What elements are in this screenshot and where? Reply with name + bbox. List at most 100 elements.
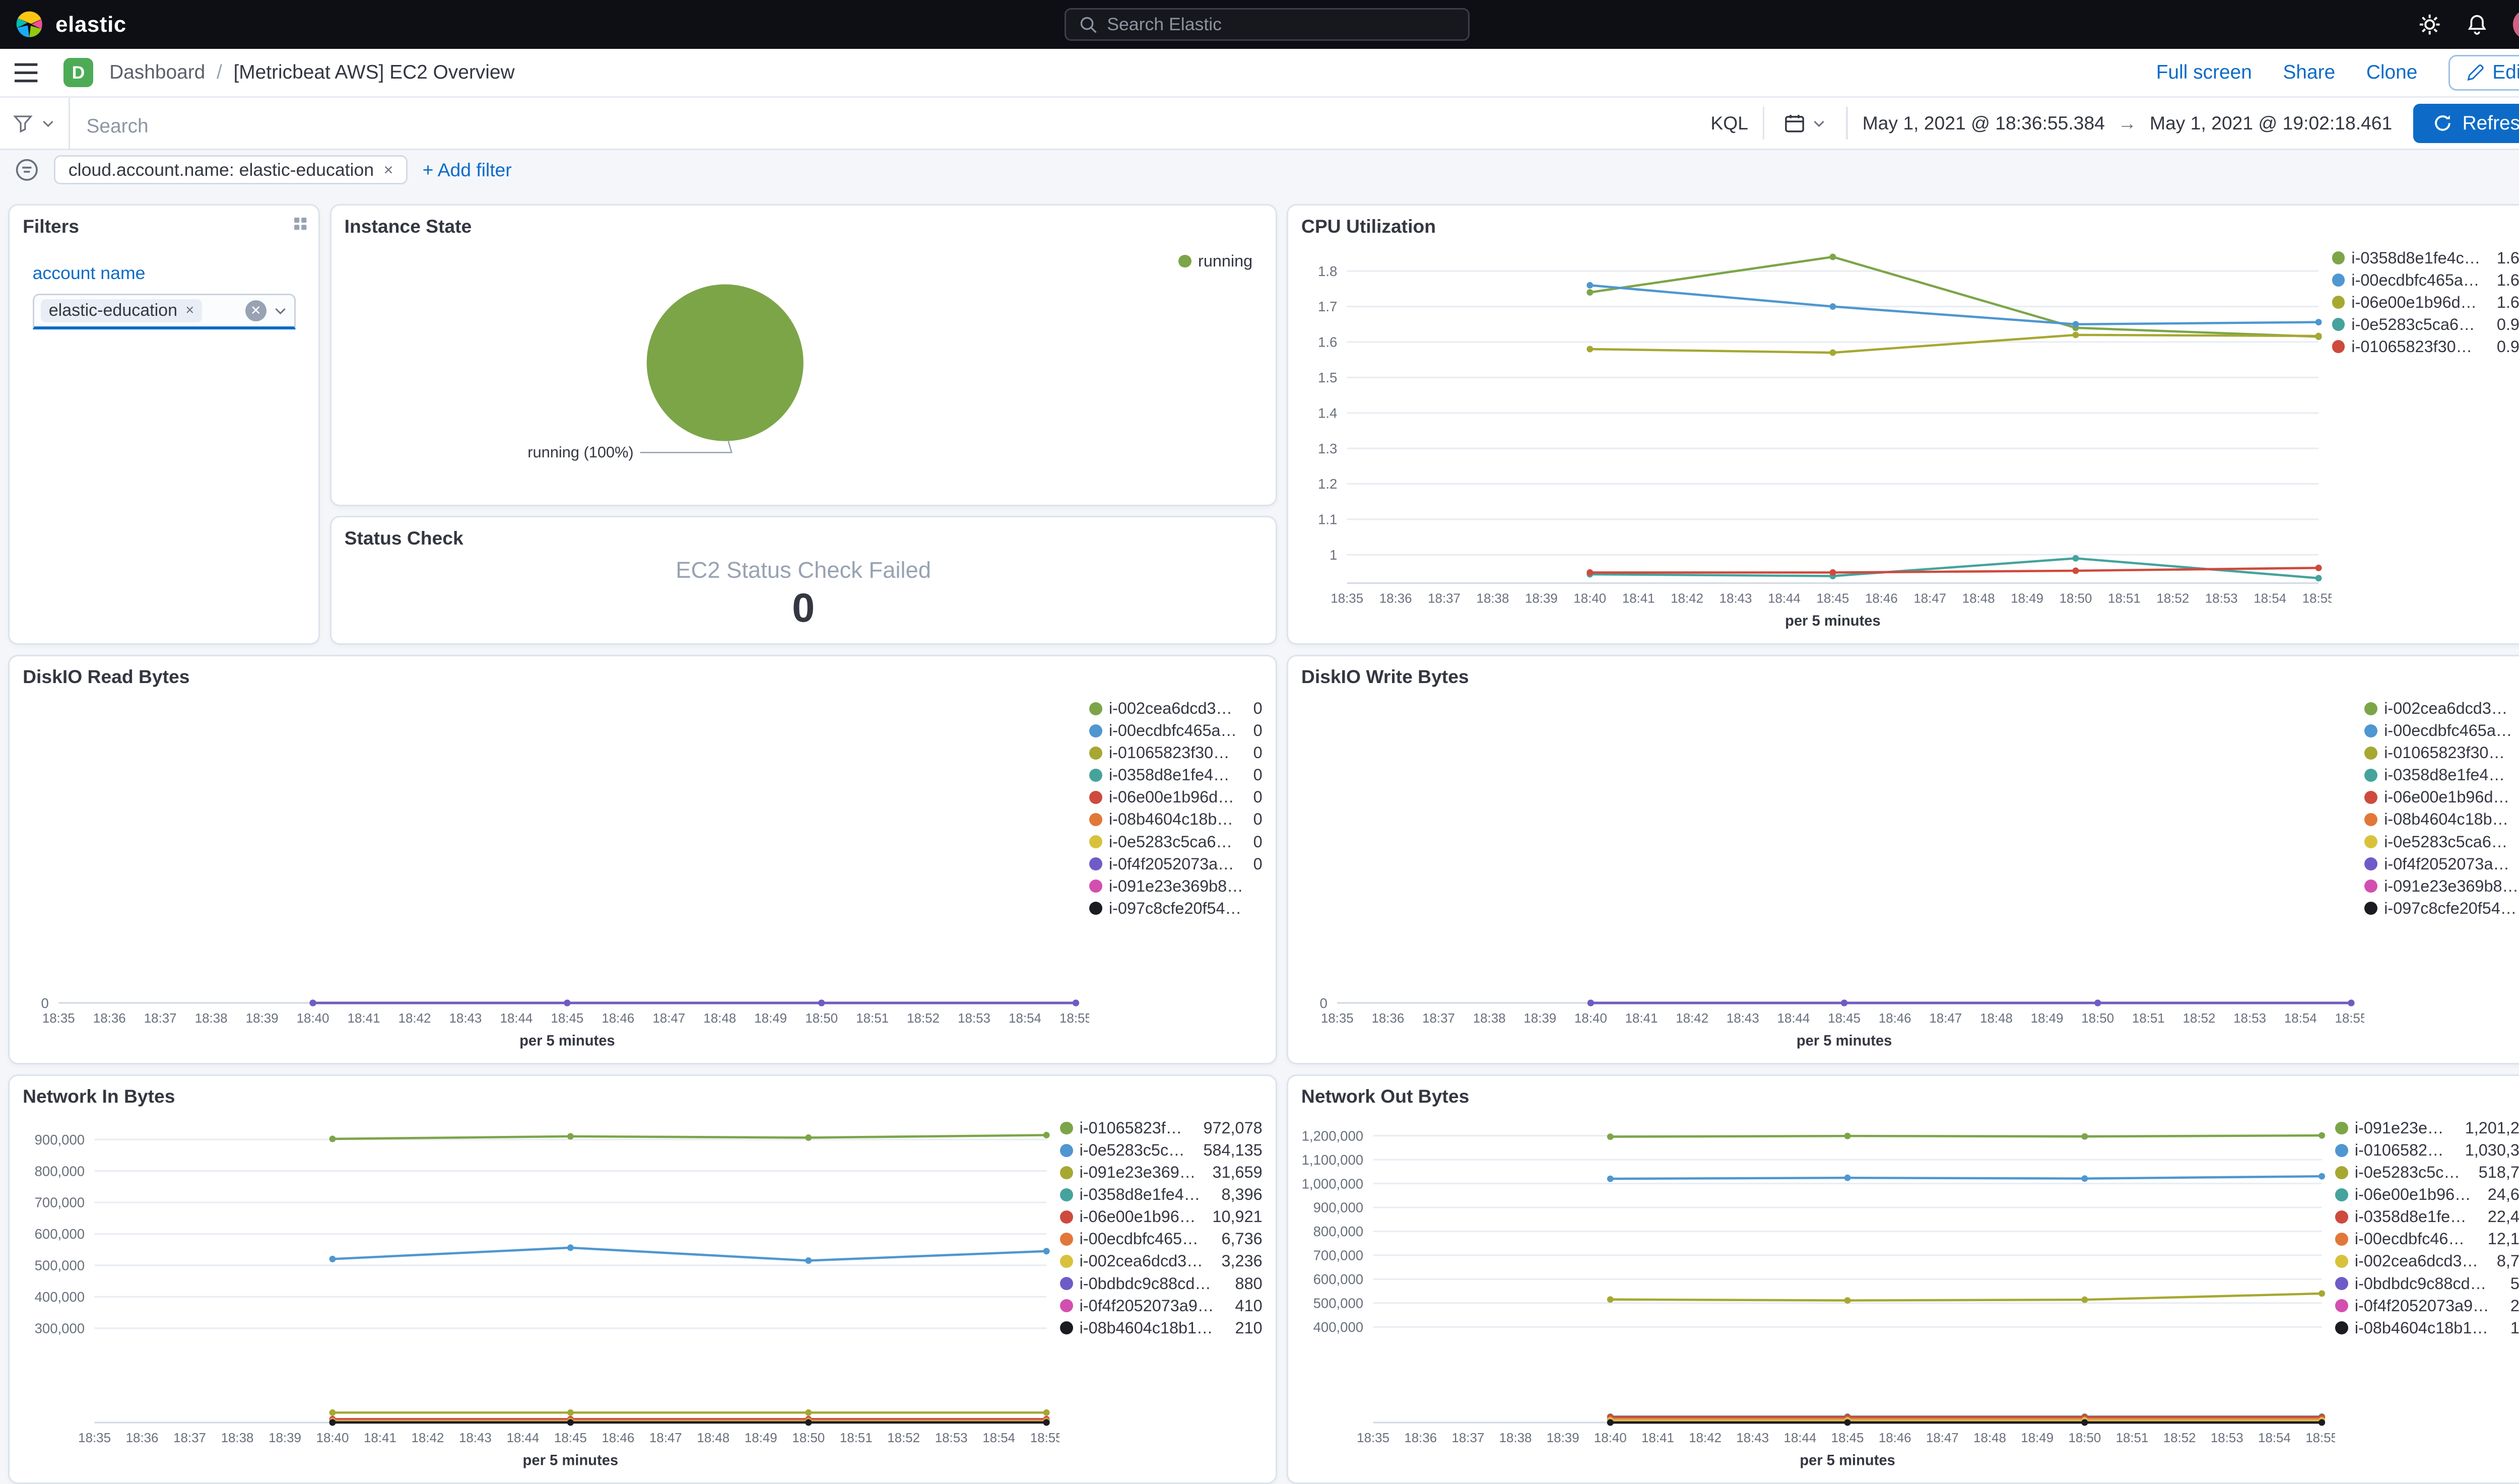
legend-swatch-icon [2332,296,2345,309]
instance-state-pie[interactable]: running (100%) [332,240,1276,500]
elastic-brand[interactable]: elastic [0,10,126,39]
legend-item[interactable]: i-08b4604c18b1c0f34 196 [2335,1317,2519,1339]
legend-item[interactable]: i-01065823f30b4fc… 1,030,384 [2335,1139,2519,1162]
legend-item[interactable]: i-002cea6dcd35502f70 [2364,698,2519,720]
share-link[interactable]: Share [2283,61,2335,84]
legend-item[interactable]: i-00ecdbfc465ad98df 1.656 [2332,269,2519,291]
legend-item[interactable]: i-08b4604c18b1c0f34 210 [1059,1317,1263,1339]
legend-label: i-002cea6dcd35502f7 [2384,699,2512,718]
selected-option-tag[interactable]: elastic-education × [40,299,203,322]
legend-item[interactable]: i-091e23e369b893463 [2364,875,2519,897]
svg-text:18:51: 18:51 [2132,1011,2165,1025]
legend-item[interactable]: i-06e00e1b96dfda3f70 [2364,786,2519,808]
panel-menu-icon[interactable] [292,216,308,232]
legend-item[interactable]: i-0bdbdc9c88cde9518 880 [1059,1272,1263,1295]
svg-text:18:55: 18:55 [1030,1431,1059,1445]
legend-item[interactable]: i-0e5283c5ca6ef3c8c 518,768 [2335,1162,2519,1184]
edit-button[interactable]: Edit [2448,54,2519,91]
legend-item[interactable]: i-091e23e369b893463 [1089,875,1263,897]
legend-item[interactable]: i-0358d8e1fe4cb56890 [2364,764,2519,786]
legend-item[interactable]: i-0358d8e1fe4cb5689 8,396 [1059,1184,1263,1206]
legend-item[interactable]: i-06e00e1b96dfda3f7 10,921 [1059,1206,1263,1228]
svg-text:18:44: 18:44 [500,1011,533,1025]
legend-item[interactable]: running [1178,250,1252,272]
query-search-input[interactable] [86,115,1694,138]
network-out-chart-area: 1,200,000 1,100,000 1,000,000 900,000 800,00… [1288,1111,2519,1478]
legend-value: 1.617 [2496,293,2519,311]
legend-item[interactable]: i-0358d8e1fe4cb5689 22,498 [2335,1206,2519,1228]
legend-item[interactable]: i-0e5283c5ca6ef3c8c0 [2364,831,2519,853]
filter-pill[interactable]: cloud.account.name: elastic-education × [53,155,408,185]
legend-item[interactable]: i-00ecdbfc465ad98df 6,736 [1059,1228,1263,1250]
legend-item[interactable]: i-00ecdbfc465ad98df 12,176 [2335,1228,2519,1250]
legend-item[interactable]: i-0358d8e1fe4cb56890 [1089,764,1263,786]
global-search-input[interactable] [1107,14,1455,35]
filter-options-icon[interactable] [15,158,39,182]
legend-item[interactable]: i-002cea6dcd35502f7 8,779 [2335,1250,2519,1272]
refresh-button[interactable]: Refresh [2413,103,2519,143]
legend-item[interactable]: i-091e23e369b893463 31,659 [1059,1162,1263,1184]
account-name-combobox[interactable]: elastic-education × ✕ [32,293,296,330]
legend-item[interactable]: i-00ecdbfc465ad98df0 [1089,720,1263,742]
close-icon[interactable]: × [384,161,393,179]
network-in-line-chart[interactable]: 900,000 800,000 700,000 600,000 500,000 400,0… [16,1111,1060,1478]
settings-icon[interactable] [2418,13,2441,36]
legend-value: 0 [1253,721,1263,740]
legend-label: i-0358d8e1fe4cb5689 [1079,1185,1206,1204]
saved-query-menu[interactable] [0,98,71,149]
alerts-bell-icon[interactable] [2466,13,2488,36]
cpu-line-chart[interactable]: 1 1.1 1.2 1.3 1.4 1.5 1.6 1.7 1.8 18:35 18:36 18:37… [1295,240,2332,639]
date-from[interactable]: May 1, 2021 @ 18:36:55.384 [1863,112,2105,134]
clear-selection-icon[interactable]: ✕ [245,300,267,322]
kql-switch[interactable]: KQL [1710,112,1748,134]
legend-item[interactable]: i-002cea6dcd35502f70 [1089,698,1263,720]
legend-item[interactable]: i-0e5283c5ca6ef3c8c 584,135 [1059,1139,1263,1162]
user-avatar[interactable]: m [2513,10,2519,39]
legend-item[interactable]: i-0e5283c5ca6ef3c8c 0.934 [2332,313,2519,335]
legend-item[interactable]: i-01065823f30b4fc210 [2364,742,2519,764]
legend-item[interactable]: i-0f4f2052073a929470 [2364,853,2519,875]
legend-item[interactable]: i-06e00e1b96dfda3f7 1.617 [2332,291,2519,313]
legend-item[interactable]: i-0f4f2052073a92947 208 [2335,1295,2519,1317]
diskio-read-line-chart[interactable]: 0 18:35 18:36 18:37 18:38 18:39 18:40 18:41 18:4… [16,691,1089,1058]
legend-item[interactable]: i-01065823f30b4fc21 972,078 [1059,1117,1263,1139]
date-picker-button[interactable] [1779,113,1831,134]
legend-item[interactable]: i-06e00e1b96dfda3f70 [1089,786,1263,808]
network-out-line-chart[interactable]: 1,200,000 1,100,000 1,000,000 900,000 800,00… [1295,1111,2335,1478]
full-screen-link[interactable]: Full screen [2156,61,2252,84]
legend-swatch-icon [2332,340,2345,354]
legend-item[interactable]: i-091e23e369b893… 1,201,252 [2335,1117,2519,1139]
legend-item[interactable]: i-0f4f2052073a92947 410 [1059,1295,1263,1317]
legend-item[interactable]: i-0f4f2052073a929470 [1089,853,1263,875]
menu-hamburger-icon[interactable] [0,49,52,96]
legend-item[interactable]: i-01065823f30b4fc210 [1089,742,1263,764]
legend-label: i-00ecdbfc465ad98df [2351,271,2481,289]
svg-text:18:36: 18:36 [126,1431,159,1445]
legend-item[interactable]: i-06e00e1b96dfda3f7 24,685 [2335,1184,2519,1206]
close-icon[interactable]: × [185,302,194,319]
legend-item[interactable]: i-08b4604c18b1c0f340 [1089,808,1263,831]
add-filter-link[interactable]: + Add filter [423,159,512,181]
legend-item[interactable]: i-0bdbdc9c88cde9518 588 [2335,1272,2519,1295]
global-search[interactable] [1065,8,1470,41]
legend-item[interactable]: i-002cea6dcd35502f7 3,236 [1059,1250,1263,1272]
date-to[interactable]: May 1, 2021 @ 19:02:18.461 [2150,112,2392,134]
legend-item[interactable]: i-08b4604c18b1c0f340 [2364,808,2519,831]
legend-swatch-icon [2332,318,2345,331]
legend-item[interactable]: i-01065823f30b4fc21 0.963 [2332,335,2519,358]
diskio-read-chart-area: 0 18:35 18:36 18:37 18:38 18:39 18:40 18:41 18:4… [10,691,1275,1058]
legend-item[interactable]: i-0e5283c5ca6ef3c8c0 [1089,831,1263,853]
chevron-down-icon[interactable] [273,303,288,318]
space-avatar[interactable]: D [63,58,93,88]
legend-item[interactable]: i-00ecdbfc465ad98df0 [2364,720,2519,742]
legend-item[interactable]: i-097c8cfe20f546c0a [1089,897,1263,919]
diskio-write-line-chart[interactable]: 0 18:35 18:36 18:37 18:38 18:39 18:40 18:41 18:4… [1295,691,2364,1058]
clone-link[interactable]: Clone [2366,61,2418,84]
svg-text:18:38: 18:38 [1499,1431,1532,1445]
legend-item[interactable]: i-0358d8e1fe4cb5689 1.615 [2332,247,2519,269]
legend-item[interactable]: i-097c8cfe20f546c0a [2364,897,2519,919]
svg-text:18:54: 18:54 [2253,592,2286,606]
svg-text:18:39: 18:39 [246,1011,279,1025]
breadcrumb-dashboard[interactable]: Dashboard [109,61,205,84]
chart-canvas: 1 1.1 1.2 1.3 1.4 1.5 1.6 1.7 1.8 18:35 18:36 18:37… [1318,253,2332,629]
